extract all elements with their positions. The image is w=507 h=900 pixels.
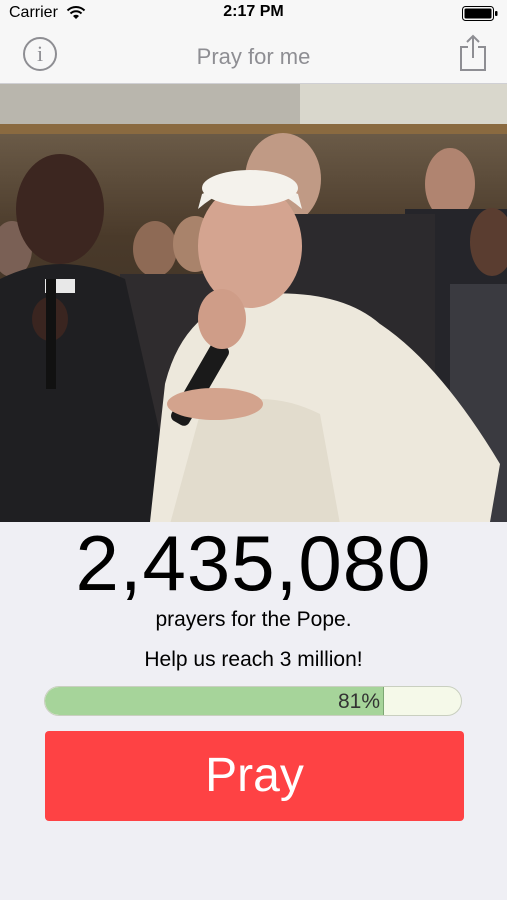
nav-bar: i Pray for me xyxy=(0,26,507,84)
share-icon[interactable] xyxy=(459,34,487,72)
progress-bar: 81% xyxy=(44,686,462,716)
status-bar: Carrier 2:17 PM xyxy=(0,0,507,26)
status-time: 2:17 PM xyxy=(223,3,284,20)
progress-label: 81% xyxy=(338,690,381,713)
goal-caption: Help us reach 3 million! xyxy=(144,648,363,671)
prayers-caption: prayers for the Pope. xyxy=(155,608,352,631)
prayer-counter: 2,435,080 xyxy=(75,519,432,607)
progress-fill xyxy=(45,687,384,715)
photo-illustration xyxy=(0,84,507,522)
page-title: Pray for me xyxy=(196,44,311,69)
hero-photo xyxy=(0,84,507,522)
battery-icon xyxy=(462,6,498,21)
pray-button[interactable]: Pray xyxy=(45,731,464,821)
